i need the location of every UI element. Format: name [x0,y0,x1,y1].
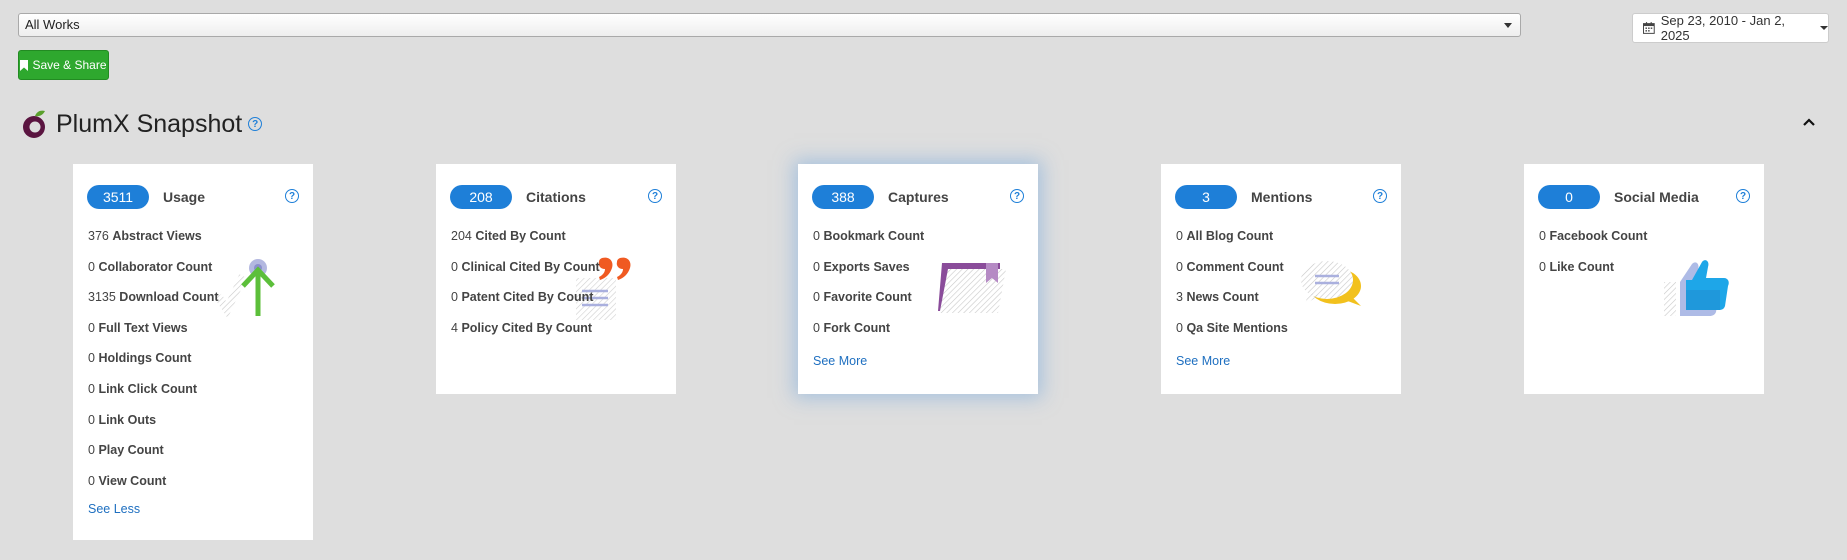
works-select-value: All Works [25,17,80,32]
list-item[interactable]: 0 Exports Saves [813,259,924,290]
card-header: 208 Citations [450,185,586,209]
chevron-down-icon [1504,23,1512,28]
thumbs-up-icon [1664,260,1729,316]
plumx-header: PlumX Snapshot ? [20,108,263,140]
usage-help-icon[interactable]: ? [285,189,299,203]
social-media-title[interactable]: Social Media [1614,189,1699,205]
citations-metrics-list: 204 Cited By Count 0 Clinical Cited By C… [451,228,600,350]
list-item[interactable]: 0 Facebook Count [1539,228,1647,259]
list-item[interactable]: 0 All Blog Count [1176,228,1288,259]
list-item[interactable]: 0 Bookmark Count [813,228,924,259]
see-less-link[interactable]: See Less [88,502,140,516]
save-share-label: Save & Share [32,58,107,72]
list-item[interactable]: 0 Holdings Count [88,350,219,381]
social-media-count-badge[interactable]: 0 [1538,185,1600,209]
help-icon[interactable]: ? [248,117,263,131]
list-item[interactable]: 0 Full Text Views [88,320,219,351]
list-item[interactable]: 0 Qa Site Mentions [1176,320,1288,351]
list-item[interactable]: 0 Link Click Count [88,381,219,412]
list-item[interactable]: 0 Like Count [1539,259,1647,290]
caret-down-icon [1820,26,1828,30]
plumx-page: All Works Sep 23, 2010 - Jan 2, 2025 Sav… [0,0,1847,560]
captures-help-icon[interactable]: ? [1010,189,1024,203]
mentions-card: 3 Mentions ? 0 All Blog Count 0 Comment … [1161,164,1401,394]
chevron-up-icon[interactable] [1801,114,1817,130]
citations-card: 208 Citations ? 204 Cited By Count 0 Cli… [436,164,676,394]
usage-metrics-list: 376 Abstract Views 0 Collaborator Count … [88,228,219,503]
mentions-title[interactable]: Mentions [1251,189,1312,205]
works-select[interactable]: All Works [18,13,1521,37]
list-item[interactable]: 0 Favorite Count [813,289,924,320]
list-item[interactable]: 0 Patent Cited By Count [451,289,600,320]
bookmark-icon [20,59,29,71]
list-item[interactable]: 0 Play Count [88,442,219,473]
card-header: 3 Mentions [1175,185,1312,209]
date-range-value: Sep 23, 2010 - Jan 2, 2025 [1660,13,1786,43]
citations-help-icon[interactable]: ? [648,189,662,203]
card-header: 0 Social Media [1538,185,1699,209]
save-share-button[interactable]: Save & Share [18,50,109,80]
mentions-metrics-list: 0 All Blog Count 0 Comment Count 3 News … [1176,228,1288,350]
captures-metrics-list: 0 Bookmark Count 0 Exports Saves 0 Favor… [813,228,924,350]
citations-count-badge[interactable]: 208 [450,185,512,209]
list-item[interactable]: 0 Link Outs [88,412,219,443]
list-item[interactable]: 376 Abstract Views [88,228,219,259]
mentions-help-icon[interactable]: ? [1373,189,1387,203]
mentions-count-badge[interactable]: 3 [1175,185,1237,209]
list-item[interactable]: 0 View Count [88,473,219,504]
usage-card: 3511 Usage ? 376 Abstract Views 0 Collab… [73,164,313,540]
usage-title[interactable]: Usage [163,189,205,205]
page-title: PlumX Snapshot [56,109,243,138]
speech-bubble-icon [1301,261,1361,306]
see-more-link[interactable]: See More [813,354,867,368]
captures-count-badge[interactable]: 388 [812,185,874,209]
calendar-icon [1643,22,1655,34]
list-item[interactable]: 3135 Download Count [88,289,219,320]
list-item[interactable]: 0 Collaborator Count [88,259,219,290]
usage-arrow-icon [214,259,275,319]
social-media-card: 0 Social Media ? 0 Facebook Count 0 Like… [1524,164,1764,394]
list-item[interactable]: 0 Clinical Cited By Count [451,259,600,290]
social-media-help-icon[interactable]: ? [1736,189,1750,203]
see-more-link[interactable]: See More [1176,354,1230,368]
bookmark-folder-icon [938,263,1006,313]
list-item[interactable]: 204 Cited By Count [451,228,600,259]
citations-title[interactable]: Citations [526,189,586,205]
list-item[interactable]: 4 Policy Cited By Count [451,320,600,351]
plumx-logo-icon [23,110,45,138]
social-media-metrics-list: 0 Facebook Count 0 Like Count [1539,228,1647,289]
captures-card: 388 Captures ? 0 Bookmark Count 0 Export… [798,164,1038,394]
card-header: 3511 Usage [87,185,205,209]
captures-title[interactable]: Captures [888,189,949,205]
list-item[interactable]: 0 Comment Count [1176,259,1288,290]
list-item[interactable]: 0 Fork Count [813,320,924,351]
date-range-picker[interactable]: Sep 23, 2010 - Jan 2, 2025 [1632,13,1829,43]
usage-count-badge[interactable]: 3511 [87,185,149,209]
list-item[interactable]: 3 News Count [1176,289,1288,320]
card-header: 388 Captures [812,185,949,209]
